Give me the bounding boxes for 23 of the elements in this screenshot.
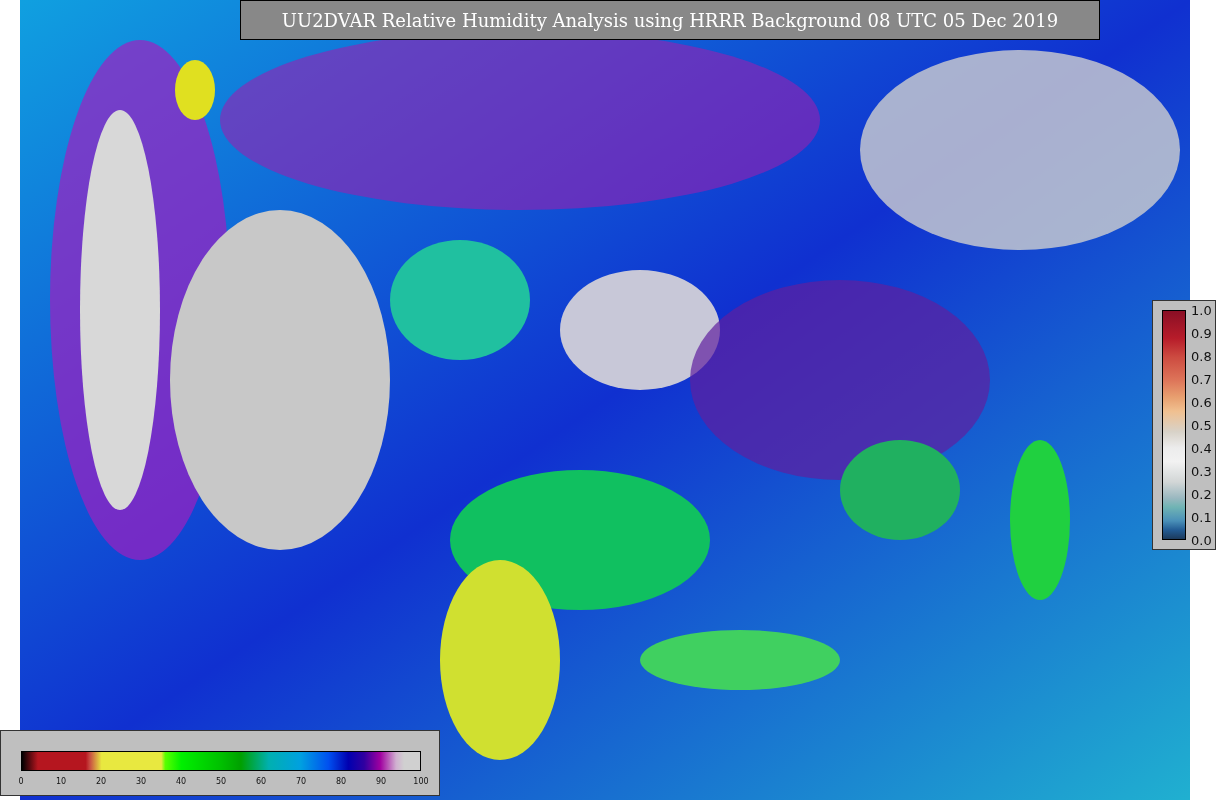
colorbar-tick-label: 100 xyxy=(413,777,429,786)
colorbar-tick-label: 0.8 xyxy=(1191,348,1212,364)
colorbar-tick-label: 20 xyxy=(95,777,107,786)
colorbar-tick-label: 90 xyxy=(375,777,387,786)
colorbar-tick-label: 0 xyxy=(18,777,24,786)
colorbar-tick-label: 0.3 xyxy=(1191,463,1212,479)
colorbar-tick-label: 50 xyxy=(215,777,227,786)
colorbar-tick-label: 0.1 xyxy=(1191,509,1212,525)
colorbar-tick-label: 0.7 xyxy=(1191,371,1212,387)
colorbar-tick-label: 0.0 xyxy=(1191,532,1212,548)
colorbar-tick-label: 80 xyxy=(335,777,347,786)
colorbar-tick-label: 0.9 xyxy=(1191,325,1212,341)
colorbar-tick-label: 10 xyxy=(55,777,67,786)
colorbar-tick-label: 30 xyxy=(135,777,147,786)
map-title: UU2DVAR Relative Humidity Analysis using HRRR Background 08 UTC 05 Dec 2019 xyxy=(240,0,1100,40)
colorbar-tick-label: 0.5 xyxy=(1191,417,1212,433)
colorbar-tick-label: 40 xyxy=(175,777,187,786)
colorbar-tick-label: 0.2 xyxy=(1191,486,1212,502)
colorbar-tick-label: 70 xyxy=(295,777,307,786)
colorbar-tick-label: 1.0 xyxy=(1191,302,1212,318)
colorbar-tick-label: 0.4 xyxy=(1191,440,1212,456)
colorbar-tick-label: 60 xyxy=(255,777,267,786)
colorbar-tick-label: 0.6 xyxy=(1191,394,1212,410)
